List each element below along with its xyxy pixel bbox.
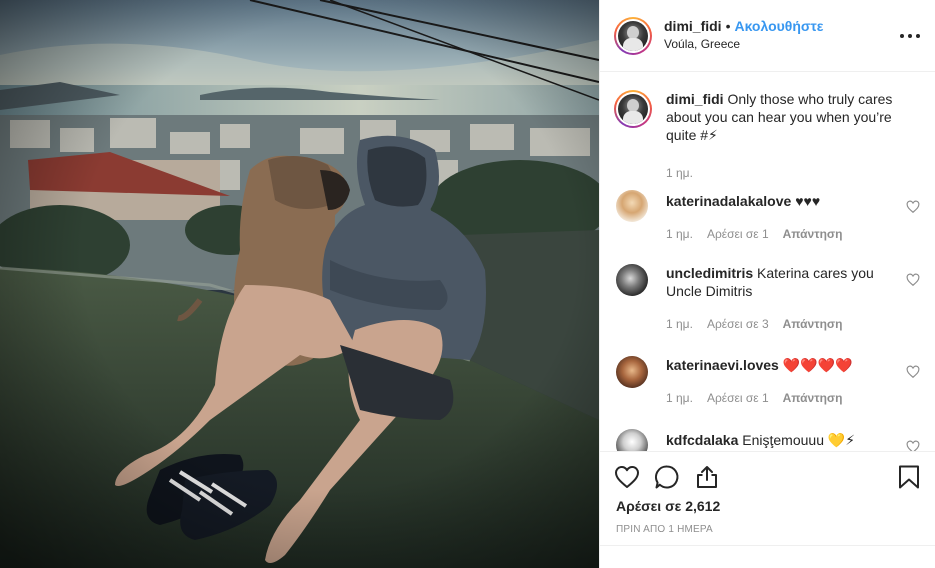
commenter-avatar[interactable] <box>616 190 648 222</box>
commenter-avatar[interactable] <box>616 264 648 296</box>
post-caption: dimi_fidi Only those who truly cares abo… <box>614 90 914 144</box>
save-bookmark-icon[interactable] <box>896 464 922 490</box>
comment-time[interactable]: 1 ημ. <box>666 317 693 331</box>
author-info: dimi_fidi • Ακολουθήστε Voúla, Greece <box>664 18 823 53</box>
post-side-panel: dimi_fidi • Ακολουθήστε Voúla, Greece di… <box>599 0 935 568</box>
reply-button[interactable]: Απάντηση <box>783 317 843 331</box>
comment-username[interactable]: uncledimitris <box>666 265 753 281</box>
caption-username[interactable]: dimi_fidi <box>666 91 724 107</box>
more-options-icon[interactable] <box>900 26 920 46</box>
follow-button[interactable]: Ακολουθήστε <box>734 18 823 35</box>
comment-bubble-icon[interactable] <box>654 464 680 490</box>
comment-username[interactable]: katerinadalakalove <box>666 193 791 209</box>
comment-like-heart-icon[interactable] <box>906 365 920 379</box>
reply-button[interactable]: Απάντηση <box>783 391 843 405</box>
comments-list[interactable]: dimi_fidi Only those who truly cares abo… <box>600 72 935 451</box>
author-avatar[interactable] <box>614 16 652 55</box>
caption-text-block: dimi_fidi Only those who truly cares abo… <box>666 90 902 144</box>
instagram-post: dimi_fidi • Ακολουθήστε Voúla, Greece di… <box>0 0 935 568</box>
comment-like-heart-icon[interactable] <box>906 273 920 287</box>
add-comment-area[interactable] <box>600 545 935 568</box>
comment-likes[interactable]: Αρέσει σε 3 <box>707 317 769 331</box>
comment-text: ♥♥♥ <box>795 193 821 209</box>
author-username[interactable]: dimi_fidi <box>664 18 722 35</box>
comment-text: ❤️❤️❤️❤️ <box>782 357 853 373</box>
caption-time: 1 ημ. <box>666 166 693 180</box>
post-photo-image <box>0 0 599 568</box>
comment-time[interactable]: 1 ημ. <box>666 227 693 241</box>
commenter-avatar[interactable] <box>616 429 648 451</box>
comment-text: Enişţemouuu 💛⚡ <box>742 432 856 448</box>
comment-username[interactable]: katerinaevi.loves <box>666 357 779 373</box>
post-actions: Αρέσει σε 2,612 ΠΡΙΝ ΑΠΟ 1 ΗΜΕΡΑ <box>600 451 935 545</box>
commenter-avatar[interactable] <box>616 356 648 388</box>
comment-like-heart-icon[interactable] <box>906 440 920 451</box>
header-separator: • <box>725 18 731 34</box>
comment-time[interactable]: 1 ημ. <box>666 391 693 405</box>
likes-count[interactable]: Αρέσει σε 2,612 <box>616 498 720 514</box>
comment-likes[interactable]: Αρέσει σε 1 <box>707 227 769 241</box>
share-icon[interactable] <box>694 464 720 490</box>
reply-button[interactable]: Απάντηση <box>783 227 843 241</box>
caption-author-avatar[interactable] <box>614 90 652 128</box>
post-photo[interactable] <box>0 0 599 568</box>
post-header: dimi_fidi • Ακολουθήστε Voúla, Greece <box>600 0 935 72</box>
comment-like-heart-icon[interactable] <box>906 200 920 214</box>
post-timestamp[interactable]: ΠΡΙΝ ΑΠΟ 1 ΗΜΕΡΑ <box>616 524 713 535</box>
comment-username[interactable]: kdfcdalaka <box>666 432 738 448</box>
like-heart-icon[interactable] <box>614 464 640 490</box>
post-location[interactable]: Voúla, Greece <box>664 36 823 53</box>
comment-likes[interactable]: Αρέσει σε 1 <box>707 391 769 405</box>
